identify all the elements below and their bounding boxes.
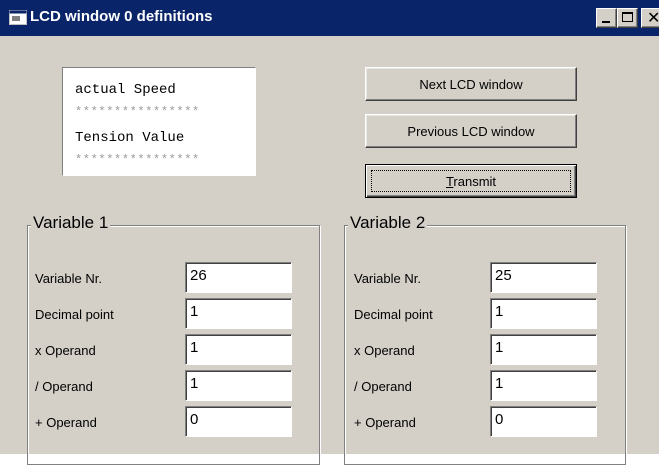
variable-1-x-operand-field[interactable]: 1 [185,334,292,365]
lcd-preview: actual Speed **************** Tension Va… [62,67,256,176]
next-lcd-window-button[interactable]: Next LCD window [365,67,577,101]
minimize-icon [602,21,610,23]
variable-1-decimal-point-field[interactable]: 1 [185,298,292,329]
focus-rectangle [371,170,571,192]
window-title: LCD window 0 definitions [30,8,213,25]
lcd-line-3: Tension Value [75,130,185,146]
variable-2-plus-operand-field[interactable]: 0 [490,406,597,437]
variable-2-decimal-point-label: Decimal point [354,307,433,322]
close-button[interactable]: ✕ [641,8,659,28]
variable-1-x-operand-label: x Operand [35,343,96,358]
variable-1-decimal-point-label: Decimal point [35,307,114,322]
lcd-line-2: **************** [75,105,200,119]
variable-1-group: Variable 1 Variable Nr. 26 Decimal point… [27,213,320,465]
variable-1-div-operand-field[interactable]: 1 [185,370,292,401]
lcd-line-4: **************** [75,153,200,167]
variable-1-plus-operand-label: + Operand [35,415,97,430]
minimize-button[interactable] [596,8,617,28]
variable-2-nr-label: Variable Nr. [354,271,421,286]
variable-1-legend: Variable 1 [31,213,111,233]
maximize-icon [622,12,633,22]
app-window-icon [9,10,27,25]
variable-2-plus-operand-label: + Operand [354,415,416,430]
variable-1-nr-label: Variable Nr. [35,271,102,286]
variable-2-decimal-point-field[interactable]: 1 [490,298,597,329]
lcd-line-1: actual Speed [75,82,176,98]
transmit-button[interactable]: Transmit [365,164,577,198]
variable-2-div-operand-label: / Operand [354,379,412,394]
variable-2-x-operand-label: x Operand [354,343,415,358]
variable-1-div-operand-label: / Operand [35,379,93,394]
variable-1-nr-field[interactable]: 26 [185,262,292,293]
variable-2-div-operand-field[interactable]: 1 [490,370,597,401]
variable-2-nr-field[interactable]: 25 [490,262,597,293]
variable-2-legend: Variable 2 [348,213,428,233]
variable-2-group: Variable 2 Variable Nr. 25 Decimal point… [344,213,626,465]
maximize-button[interactable] [617,8,638,28]
variable-2-x-operand-field[interactable]: 1 [490,334,597,365]
close-icon: ✕ [647,10,659,27]
variable-1-plus-operand-field[interactable]: 0 [185,406,292,437]
previous-lcd-window-button[interactable]: Previous LCD window [365,114,577,148]
lcd-definitions-window: LCD window 0 definitions ✕ actual Speed … [0,0,659,465]
title-bar[interactable]: LCD window 0 definitions ✕ [0,0,659,36]
